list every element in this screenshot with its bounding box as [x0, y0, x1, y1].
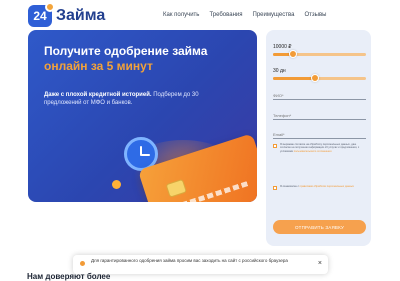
name-field[interactable]: [273, 90, 366, 100]
nav-item-reviews[interactable]: Отзывы: [304, 12, 326, 18]
consent-link[interactable]: пользовательского соглашения: [294, 150, 332, 153]
nav-item-how[interactable]: Как получить: [163, 12, 199, 18]
hero-banner: Получите одобрение займа онлайн за 5 мин…: [28, 30, 257, 202]
email-field[interactable]: [273, 129, 366, 139]
browser-notice: Для гарантированного одобрения займа про…: [73, 255, 328, 274]
consent-personal-data: Я выражаю согласие на обработку персонал…: [273, 143, 366, 153]
rules-text: Я ознакомлен с правилами обработки персо…: [280, 185, 354, 190]
logo[interactable]: 24 Займа: [28, 2, 106, 27]
coin-icon: [112, 180, 121, 189]
amount-slider-handle[interactable]: [289, 50, 298, 58]
term-value: 30 дн: [273, 68, 286, 74]
close-icon[interactable]: ×: [318, 260, 322, 267]
term-slider-fill: [273, 77, 315, 80]
logo-name: Займа: [56, 7, 106, 24]
hero-subtitle-bold: Даже с плохой кредитной историей.: [44, 92, 152, 98]
consent-text: Я выражаю согласие на обработку персонал…: [280, 143, 366, 153]
amount-slider-track[interactable]: [273, 50, 366, 58]
rules-text-main: Я ознакомлен с: [280, 185, 299, 188]
amount-value: 10000 ₽: [273, 44, 292, 50]
submit-application-button[interactable]: ОТПРАВИТЬ ЗАЯВКУ: [273, 220, 366, 234]
phone-field[interactable]: [273, 110, 366, 120]
phone-input[interactable]: [273, 110, 366, 120]
hero-title-text: Получите одобрение займа: [44, 44, 208, 58]
trust-section-heading: Нам доверяют более: [27, 272, 111, 281]
email-input[interactable]: [273, 129, 366, 139]
rules-checkbox[interactable]: [273, 186, 277, 190]
nav-item-advantages[interactable]: Преимущества: [253, 12, 295, 18]
loan-application-form: 10000 ₽ 30 дн Я выражаю согласие на обра…: [266, 30, 371, 246]
consent-rules: Я ознакомлен с правилами обработки персо…: [273, 185, 366, 190]
hero-title-accent: онлайн за 5 минут: [44, 59, 153, 73]
info-icon: [80, 261, 85, 266]
term-slider[interactable]: 30 дн: [273, 68, 366, 82]
term-slider-track[interactable]: [273, 74, 366, 82]
amount-slider[interactable]: 10000 ₽: [273, 44, 366, 58]
nav-item-requirements[interactable]: Требования: [209, 12, 242, 18]
logo-mark-text: 24: [33, 9, 47, 23]
hero-title: Получите одобрение займа онлайн за 5 мин…: [44, 44, 249, 74]
card-chip-icon: [165, 178, 187, 198]
name-input[interactable]: [273, 90, 366, 100]
main-nav: Как получить Требования Преимущества Отз…: [163, 12, 326, 18]
hero-subtitle: Даже с плохой кредитной историей. Подбер…: [44, 91, 214, 107]
browser-notice-text: Для гарантированного одобрения займа про…: [91, 258, 288, 263]
site-header: 24 Займа Как получить Требования Преимущ…: [0, 0, 400, 30]
logo-mark: 24: [28, 2, 55, 27]
logo-ring-icon: [45, 2, 55, 12]
term-slider-handle[interactable]: [310, 74, 319, 82]
consent-checkbox[interactable]: [273, 144, 277, 148]
rules-link[interactable]: правилами обработки персональных данных: [300, 185, 354, 188]
